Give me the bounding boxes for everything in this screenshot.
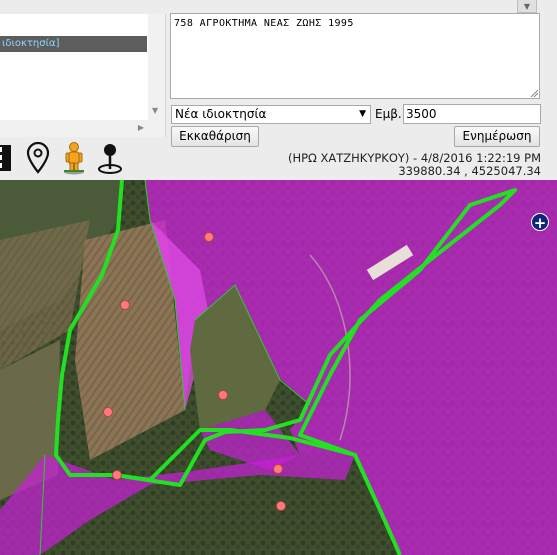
parcel-marker — [276, 501, 286, 511]
parcel-marker — [112, 470, 122, 480]
resize-grip-icon[interactable] — [530, 89, 538, 97]
list-horizontal-scrollbar[interactable]: ▶ — [0, 120, 148, 137]
map-toolbar — [0, 141, 130, 177]
ownership-select[interactable]: Νέα ιδιοκτησία ▼ — [171, 105, 371, 124]
parcel-list[interactable]: ιδιοκτησία] ▼ ▶ — [0, 14, 166, 137]
area-input[interactable]: 3500 — [403, 104, 541, 124]
scroll-down-arrow-icon[interactable]: ▼ — [152, 106, 158, 115]
list-item-selected[interactable]: ιδιοκτησία] — [0, 36, 147, 52]
scroll-down-button[interactable]: ▼ — [517, 0, 537, 13]
parcel-marker — [218, 390, 228, 400]
road-icon[interactable] — [0, 141, 18, 175]
parcel-marker — [204, 232, 214, 242]
parcel-marker — [273, 464, 283, 474]
map-view[interactable]: + — [0, 180, 557, 555]
coordinates-readout: 339880.34 , 4525047.34 — [398, 164, 541, 178]
list-vertical-scrollbar[interactable]: ▼ — [148, 14, 165, 137]
update-button[interactable]: Ενημέρωση — [454, 126, 540, 147]
parcel-marker — [103, 407, 113, 417]
area-label: Εμβ. — [375, 107, 402, 121]
clear-button[interactable]: Εκκαθάριση — [171, 126, 259, 147]
ownership-select-value: Νέα ιδιοκτησία — [175, 107, 267, 121]
chevron-down-icon: ▼ — [359, 109, 366, 119]
street-view-person-icon[interactable] — [58, 141, 90, 175]
description-textarea[interactable]: 758 ΑΓΡΟΚΤΗΜΑ ΝΕΑΣ ΖΩΗΣ 1995 — [170, 13, 540, 99]
zoom-in-button[interactable]: + — [531, 213, 549, 232]
place-marker-icon[interactable] — [94, 141, 126, 175]
top-strip: ▼ — [0, 0, 557, 14]
user-timestamp: (ΗΡΩ ΧΑΤΖΗΚΥΡΚΟΥ) - 4/8/2016 1:22:19 PM — [287, 151, 541, 165]
scroll-right-arrow-icon[interactable]: ▶ — [138, 123, 144, 132]
satellite-map[interactable] — [0, 180, 557, 555]
parcel-marker — [120, 300, 130, 310]
map-pin-icon[interactable] — [22, 141, 54, 175]
